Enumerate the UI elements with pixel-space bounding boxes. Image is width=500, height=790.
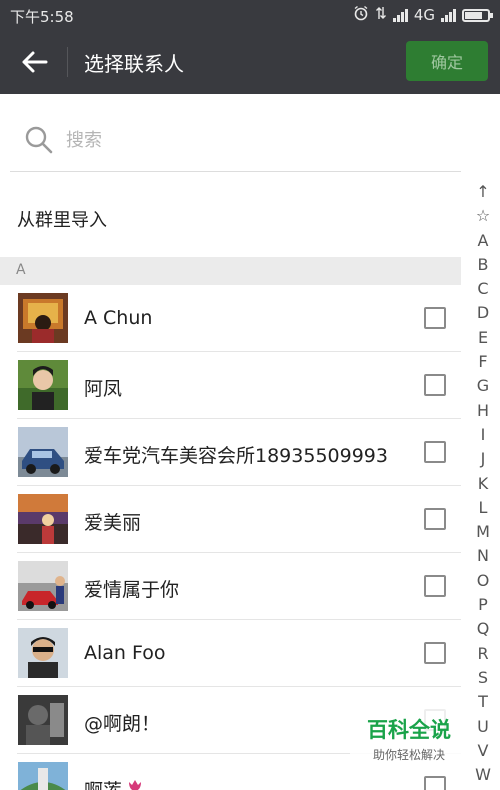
index-letter[interactable]: M bbox=[468, 520, 498, 544]
title-divider bbox=[67, 47, 68, 77]
back-arrow-icon bbox=[22, 51, 48, 73]
index-letter[interactable]: ☆ bbox=[468, 204, 498, 228]
index-letter[interactable]: F bbox=[468, 350, 498, 374]
contact-checkbox[interactable] bbox=[424, 575, 446, 597]
contact-name: @啊朗！ bbox=[84, 713, 161, 735]
avatar bbox=[18, 360, 68, 410]
index-letter[interactable]: E bbox=[468, 326, 498, 350]
signal-icon-2 bbox=[441, 8, 456, 22]
contact-name: 阿凤 bbox=[84, 378, 123, 400]
avatar bbox=[18, 293, 68, 343]
search-input[interactable] bbox=[66, 124, 446, 156]
status-icons: 4G bbox=[353, 5, 493, 25]
import-from-group-row[interactable]: 从群里导入 bbox=[0, 178, 461, 258]
avatar bbox=[18, 561, 68, 611]
confirm-button[interactable]: 确定 bbox=[406, 41, 488, 81]
contact-checkbox[interactable] bbox=[424, 374, 446, 396]
contact-name-text: 啊莲 bbox=[84, 780, 122, 790]
status-time: 下午5:58 bbox=[10, 8, 74, 26]
watermark-title: 百科全说 bbox=[367, 718, 451, 742]
index-letter[interactable]: H bbox=[468, 399, 498, 423]
back-button[interactable] bbox=[14, 42, 56, 82]
contact-name: A Chun bbox=[84, 307, 153, 329]
index-letter[interactable]: I bbox=[468, 423, 498, 447]
contact-checkbox[interactable] bbox=[424, 441, 446, 463]
section-header: A bbox=[0, 257, 461, 285]
tulip-icon bbox=[129, 780, 142, 790]
index-letter[interactable]: D bbox=[468, 301, 498, 325]
title-bar: 选择联系人 确定 bbox=[0, 30, 500, 94]
index-letter[interactable]: ↑ bbox=[468, 180, 498, 204]
status-bar: 下午5:58 4G bbox=[0, 0, 500, 30]
avatar bbox=[18, 494, 68, 544]
index-letter[interactable]: K bbox=[468, 472, 498, 496]
index-letter[interactable]: L bbox=[468, 496, 498, 520]
index-letter[interactable]: N bbox=[468, 544, 498, 568]
index-letter[interactable]: A bbox=[468, 229, 498, 253]
contact-checkbox[interactable] bbox=[424, 307, 446, 329]
index-letter[interactable]: G bbox=[468, 374, 498, 398]
index-letter[interactable]: T bbox=[468, 690, 498, 714]
avatar bbox=[18, 695, 68, 745]
data-transfer-icon bbox=[375, 5, 387, 25]
contact-name: 爱美丽 bbox=[84, 512, 142, 534]
avatar bbox=[18, 628, 68, 678]
avatar bbox=[18, 762, 68, 790]
index-letter[interactable]: P bbox=[468, 593, 498, 617]
contact-name: Alan Foo bbox=[84, 642, 166, 664]
network-type: 4G bbox=[413, 6, 435, 24]
page-title: 选择联系人 bbox=[84, 52, 184, 76]
watermark-subtitle: 助你轻松解决 bbox=[372, 748, 445, 762]
index-letter[interactable]: Q bbox=[468, 617, 498, 641]
contact-row[interactable]: A Chun bbox=[0, 285, 461, 352]
contact-row[interactable]: 爱美丽 bbox=[0, 486, 461, 553]
contact-name: 啊莲 bbox=[84, 776, 146, 790]
section-letter: A bbox=[16, 262, 26, 278]
index-letter[interactable]: R bbox=[468, 642, 498, 666]
contact-row[interactable]: Alan Foo bbox=[0, 620, 461, 687]
search-icon bbox=[24, 125, 54, 159]
contact-checkbox[interactable] bbox=[424, 508, 446, 530]
import-from-group-label: 从群里导入 bbox=[17, 210, 107, 231]
contact-checkbox[interactable] bbox=[424, 776, 446, 790]
battery-icon bbox=[462, 8, 493, 22]
contact-row[interactable]: 爱车党汽车美容会所18935509993 bbox=[0, 419, 461, 486]
contact-row[interactable]: 爱情属于你 bbox=[0, 553, 461, 620]
watermark: 百科全说 助你轻松解决 bbox=[350, 708, 468, 768]
index-letter[interactable]: W bbox=[468, 763, 498, 787]
index-letter[interactable]: U bbox=[468, 715, 498, 739]
index-letter[interactable]: C bbox=[468, 277, 498, 301]
contact-checkbox[interactable] bbox=[424, 642, 446, 664]
index-letter[interactable]: S bbox=[468, 666, 498, 690]
alarm-icon bbox=[353, 5, 369, 25]
index-letter[interactable]: B bbox=[468, 253, 498, 277]
signal-icon bbox=[392, 8, 408, 22]
contact-name: 爱情属于你 bbox=[84, 579, 180, 601]
alphabet-index-bar[interactable]: ↑ ☆ A B C D E F G H I J K L M N O P Q R S T U V W bbox=[468, 180, 498, 787]
contact-row[interactable]: 阿凤 bbox=[0, 352, 461, 419]
index-letter[interactable]: V bbox=[468, 739, 498, 763]
index-letter[interactable]: O bbox=[468, 569, 498, 593]
search-bar bbox=[10, 110, 461, 172]
index-letter[interactable]: J bbox=[468, 447, 498, 471]
avatar bbox=[18, 427, 68, 477]
contact-name: 爱车党汽车美容会所18935509993 bbox=[84, 445, 388, 467]
